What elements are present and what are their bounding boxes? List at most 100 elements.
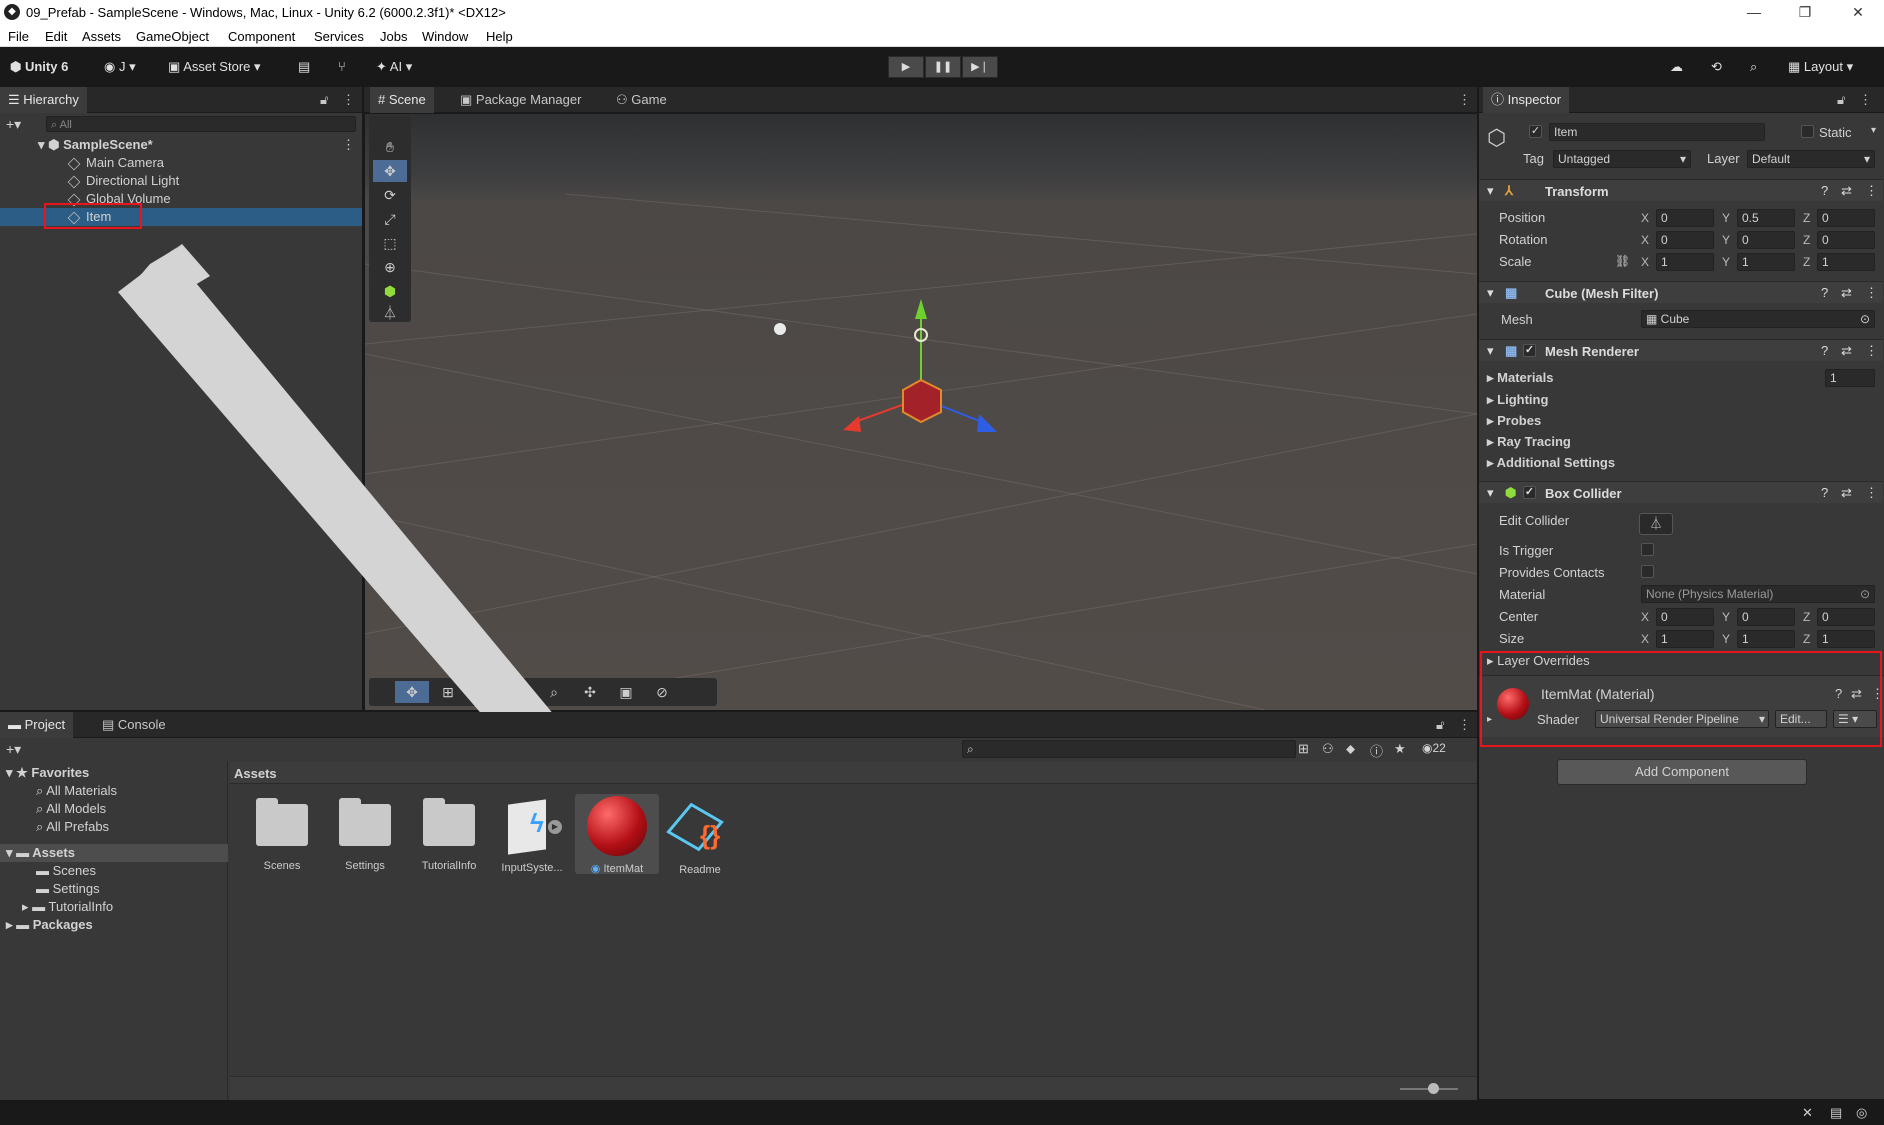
preset-icon[interactable]: ⇄ — [1841, 485, 1852, 501]
preset-icon[interactable]: ⇄ — [1841, 343, 1852, 359]
project-more-icon[interactable]: ⋮ — [1456, 712, 1473, 738]
scale-z-field[interactable]: 1 — [1817, 253, 1875, 271]
component-more-icon[interactable]: ⋮ — [1865, 183, 1878, 199]
favorite-star-icon[interactable]: ★ — [1394, 741, 1406, 757]
tab-inspector[interactable]: ⓘ Inspector — [1483, 87, 1570, 113]
cache-icon[interactable]: ▤ — [1830, 1105, 1842, 1121]
static-checkbox[interactable] — [1801, 125, 1814, 138]
physics-material-field[interactable]: None (Physics Material) ⊙ — [1641, 585, 1875, 603]
lighting-foldout[interactable]: ▸ Lighting — [1487, 392, 1548, 408]
mesh-renderer-header[interactable]: ▾ ▦ ✓ Mesh Renderer ? ⇄ ⋮ — [1479, 339, 1883, 361]
asset-itemmat[interactable]: ◉ ItemMat — [575, 794, 659, 875]
position-y-field[interactable]: 0.5 — [1737, 209, 1795, 227]
center-z-field[interactable]: 0 — [1817, 608, 1875, 626]
probes-foldout[interactable]: ▸ Probes — [1487, 413, 1541, 429]
zoom-slider-thumb[interactable] — [1428, 1083, 1439, 1094]
folder-scenes[interactable]: ▬ Scenes — [36, 862, 96, 880]
z-axis-label: Z — [1803, 233, 1811, 247]
folder-settings[interactable]: ▬ Settings — [36, 880, 100, 898]
hidden-packages-toggle[interactable]: ◉22 — [1422, 741, 1446, 755]
search-icon: ⌕ — [36, 801, 47, 816]
favorite-all-models[interactable]: ⌕ All Models — [36, 800, 106, 818]
scale-y-field[interactable]: 1 — [1737, 253, 1795, 271]
create-asset-button[interactable]: +▾ — [6, 741, 21, 758]
link-icon[interactable]: ⛓︎ — [1615, 254, 1630, 268]
size-x-field[interactable]: 1 — [1656, 630, 1714, 648]
bug-icon[interactable]: ✕ — [1802, 1105, 1813, 1121]
materials-foldout[interactable]: ▸ Materials — [1487, 370, 1554, 386]
tab-project[interactable]: ▬ Project — [0, 712, 74, 738]
component-more-icon[interactable]: ⋮ — [1865, 285, 1878, 301]
size-y-field[interactable]: 1 — [1737, 630, 1795, 648]
label-icon[interactable]: ⬥ — [1346, 741, 1355, 757]
preset-icon[interactable]: ⇄ — [1841, 183, 1852, 199]
tab-console[interactable]: ▤ Console — [94, 712, 174, 738]
inspector-lock-icon[interactable]: 🔓︎ — [1835, 87, 1847, 113]
asset-scenes-folder[interactable]: Scenes — [240, 796, 324, 872]
warning-icon[interactable]: ⓘ — [1370, 741, 1383, 760]
folder-tutorialinfo[interactable]: ▸ ▬ TutorialInfo — [22, 898, 113, 916]
asset-inputsystem[interactable]: ϟ ▶ InputSyste... — [490, 796, 574, 874]
position-x-field[interactable]: 0 — [1656, 209, 1714, 227]
help-icon[interactable]: ? — [1821, 485, 1828, 500]
preset-icon[interactable]: ⇄ — [1841, 285, 1852, 301]
static-dropdown-icon[interactable]: ▾ — [1871, 125, 1876, 136]
rotation-z-field[interactable]: 0 — [1817, 231, 1875, 249]
tag-dropdown[interactable]: Untagged ▾ — [1553, 150, 1691, 168]
rotation-x-field[interactable]: 0 — [1656, 231, 1714, 249]
center-y-field[interactable]: 0 — [1737, 608, 1795, 626]
object-name-input[interactable]: Item — [1549, 123, 1765, 141]
layer-dropdown[interactable]: Default ▾ — [1747, 150, 1875, 168]
provides-contacts-checkbox[interactable] — [1641, 565, 1654, 578]
component-more-icon[interactable]: ⋮ — [1865, 343, 1878, 359]
scale-x-field[interactable]: 1 — [1656, 253, 1714, 271]
x-axis-label: X — [1641, 233, 1650, 247]
object-picker-icon[interactable]: ⊙ — [1860, 311, 1870, 327]
component-more-icon[interactable]: ⋮ — [1865, 485, 1878, 501]
y-axis-label: Y — [1722, 632, 1731, 646]
project-panel: +▾ ⌕ ⊞ ⚇ ⬥ ⓘ ★ ◉22 ▾ ★ Favorites ⌕ All M… — [0, 738, 1477, 1100]
mesh-renderer-icon: ▦ — [1505, 343, 1518, 358]
box-collider-enabled-checkbox[interactable]: ✓ — [1523, 486, 1536, 499]
mesh-field[interactable]: ▦ Cube ⊙ — [1641, 310, 1875, 328]
asset-settings-folder[interactable]: Settings — [323, 796, 407, 872]
add-component-button[interactable]: Add Component — [1557, 759, 1807, 785]
readme-icon: {} — [666, 798, 730, 856]
object-picker-icon[interactable]: ⊙ — [1860, 586, 1870, 602]
size-z-field[interactable]: 1 — [1817, 630, 1875, 648]
transform-header[interactable]: ▾ ⅄ Transform ? ⇄ ⋮ — [1479, 179, 1883, 201]
mesh-renderer-enabled-checkbox[interactable]: ✓ — [1523, 344, 1536, 357]
z-axis-label: Z — [1803, 211, 1811, 225]
progress-icon[interactable]: ◎ — [1856, 1105, 1867, 1121]
rotation-y-field[interactable]: 0 — [1737, 231, 1795, 249]
x-axis-label: X — [1641, 255, 1650, 269]
favorite-all-prefabs[interactable]: ⌕ All Prefabs — [36, 818, 109, 836]
asset-readme[interactable]: {} Readme — [658, 796, 742, 876]
position-z-field[interactable]: 0 — [1817, 209, 1875, 227]
project-lock-icon[interactable]: 🔓︎ — [1434, 712, 1446, 738]
help-icon[interactable]: ? — [1821, 285, 1828, 300]
edit-collider-button[interactable]: ⏃ — [1639, 513, 1673, 535]
center-x-field[interactable]: 0 — [1656, 608, 1714, 626]
assets-folder-row[interactable]: ▾ ▬ Assets — [0, 844, 228, 862]
search-by-type-icon[interactable]: ⊞ — [1298, 741, 1309, 757]
help-icon[interactable]: ? — [1821, 343, 1828, 358]
inspector-more-icon[interactable]: ⋮ — [1857, 87, 1874, 113]
box-collider-header[interactable]: ▾ ⬢ ✓ Box Collider ? ⇄ ⋮ — [1479, 481, 1883, 503]
help-icon[interactable]: ? — [1821, 183, 1828, 198]
asset-tutorialinfo-folder[interactable]: TutorialInfo — [407, 796, 491, 872]
additional-settings-foldout[interactable]: ▸ Additional Settings — [1487, 455, 1615, 471]
active-checkbox[interactable]: ✓ — [1529, 125, 1542, 138]
filter-icon[interactable]: ⚇ — [1322, 741, 1334, 757]
y-axis-label: Y — [1722, 610, 1731, 624]
favorites-foldout[interactable]: ▾ ★ Favorites — [6, 764, 89, 782]
inspector-tabbar: ⓘ Inspector 🔓︎ ⋮ — [1479, 87, 1884, 113]
mesh-filter-header[interactable]: ▾ ▦ Cube (Mesh Filter) ? ⇄ ⋮ — [1479, 281, 1883, 303]
project-search-input[interactable]: ⌕ — [962, 740, 1296, 758]
breadcrumb-assets[interactable]: Assets — [234, 766, 277, 781]
materials-count-field[interactable]: 1 — [1825, 369, 1875, 387]
is-trigger-checkbox[interactable] — [1641, 543, 1654, 556]
favorite-all-materials[interactable]: ⌕ All Materials — [36, 782, 117, 800]
packages-foldout[interactable]: ▸ ▬ Packages — [6, 916, 93, 934]
ray-tracing-foldout[interactable]: ▸ Ray Tracing — [1487, 434, 1571, 450]
